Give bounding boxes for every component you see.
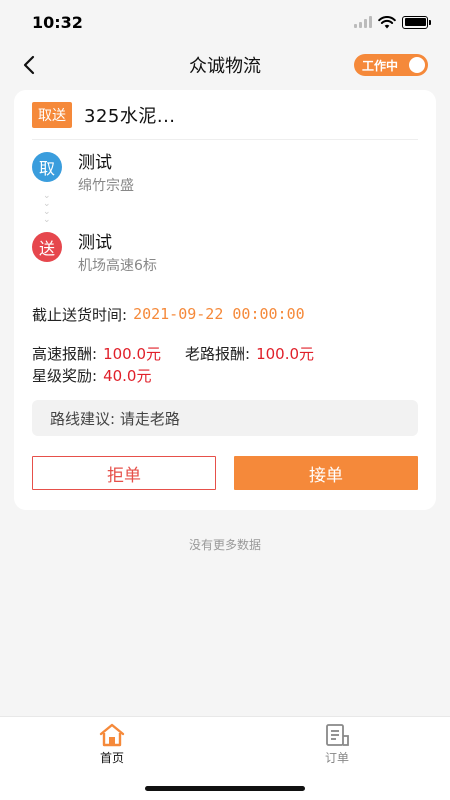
highway-pay: 高速报酬: 100.0元 <box>32 343 161 364</box>
battery-icon <box>402 15 431 29</box>
tab-home-label: 首页 <box>99 751 124 765</box>
pickup-address: 绵竹宗盛 <box>78 178 134 194</box>
pickup-stop: 取 测试 绵竹宗盛 <box>32 152 134 196</box>
pickup-badge: 取 <box>32 152 62 182</box>
status-icons <box>354 15 431 29</box>
oldroad-pay: 老路报酬: 100.0元 <box>185 343 314 364</box>
dropoff-address: 机场高速6标 <box>78 258 157 274</box>
tab-orders-label: 订单 <box>324 751 349 765</box>
action-buttons: 拒单 接单 <box>32 456 418 490</box>
oldroad-pay-value: 100.0元 <box>256 344 315 363</box>
order-list-icon <box>326 724 349 746</box>
chevron-left-icon <box>23 55 35 75</box>
deadline-value: 2021-09-22 00:00:00 <box>133 305 305 323</box>
order-header: 取送 325水泥... <box>32 90 418 140</box>
highway-pay-value: 100.0元 <box>103 344 162 363</box>
route-connector-icon: ⌄ ⌄ ⌄ ⌄ <box>43 191 51 225</box>
bonus-row: 星级奖励: 40.0元 <box>32 364 418 386</box>
route-section: 取 测试 绵竹宗盛 ⌄ ⌄ ⌄ ⌄ 送 测试 机场高速6标 <box>32 152 418 282</box>
page-title: 众诚物流 <box>189 56 261 77</box>
work-status-toggle[interactable]: 工作中 <box>354 54 428 76</box>
dropoff-badge: 送 <box>32 232 62 262</box>
reject-button[interactable]: 拒单 <box>32 456 216 490</box>
nav-bar: 众诚物流 工作中 <box>0 44 450 86</box>
work-status-label: 工作中 <box>362 58 399 73</box>
back-button[interactable] <box>14 50 44 80</box>
home-icon <box>99 723 125 747</box>
star-bonus: 星级奖励: 40.0元 <box>32 365 151 386</box>
route-advice: 路线建议: 请走老路 <box>32 400 418 436</box>
pay-row: 高速报酬: 100.0元 老路报酬: 100.0元 <box>32 342 418 364</box>
status-bar: 10:32 <box>0 0 450 44</box>
pickup-name: 测试 <box>78 153 112 173</box>
star-bonus-value: 40.0元 <box>103 366 152 385</box>
cargo-name: 325水泥... <box>84 105 176 127</box>
toggle-knob <box>409 57 425 73</box>
dropoff-stop: 送 测试 机场高速6标 <box>32 232 157 276</box>
status-time: 10:32 <box>32 12 83 32</box>
accept-button[interactable]: 接单 <box>234 456 418 490</box>
highway-pay-label: 高速报酬: <box>32 344 98 363</box>
oldroad-pay-label: 老路报酬: <box>185 344 251 363</box>
order-card: 取送 325水泥... 取 测试 绵竹宗盛 ⌄ ⌄ ⌄ ⌄ 送 测试 机场高速6标 截… <box>14 90 436 510</box>
home-indicator <box>145 786 305 791</box>
tab-home[interactable]: 首页 <box>82 723 142 766</box>
list-end-message: 没有更多数据 <box>188 538 261 552</box>
wifi-icon <box>378 15 396 28</box>
tab-orders[interactable]: 订单 <box>307 723 367 766</box>
order-type-badge: 取送 <box>32 101 72 128</box>
star-bonus-label: 星级奖励: <box>32 366 98 385</box>
dropoff-name: 测试 <box>78 233 112 253</box>
deadline-label: 截止送货时间: <box>32 305 128 324</box>
deadline-row: 截止送货时间: 2021-09-22 00:00:00 <box>32 302 418 326</box>
cellular-signal-icon <box>354 16 372 28</box>
